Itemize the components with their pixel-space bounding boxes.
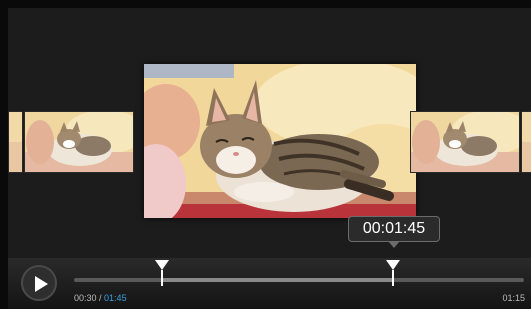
time-separator: / xyxy=(96,293,105,303)
filmstrip-thumbnail[interactable] xyxy=(410,111,520,173)
end-time: 01:15 xyxy=(502,293,525,303)
trim-end-line xyxy=(392,270,394,286)
filmstrip-thumbnail[interactable] xyxy=(8,111,23,173)
playback-controls: 00:30 / 01:45 01:15 xyxy=(8,258,531,309)
play-icon xyxy=(35,276,48,292)
trim-selection-range xyxy=(162,278,393,282)
trim-end-marker[interactable] xyxy=(386,260,400,270)
play-button[interactable] xyxy=(21,265,57,301)
trim-start-line xyxy=(161,270,163,286)
current-time: 01:45 xyxy=(104,293,127,303)
current-frame-image xyxy=(144,64,416,218)
trim-time-tooltip: 00:01:45 xyxy=(348,216,440,248)
filmstrip-thumbnail[interactable] xyxy=(521,111,531,173)
trim-start-marker[interactable] xyxy=(155,260,169,270)
time-readout: 00:30 / 01:45 xyxy=(74,293,127,303)
filmstrip-thumbnail[interactable] xyxy=(24,111,134,173)
start-time: 00:30 xyxy=(74,293,97,303)
video-preview-stage xyxy=(8,8,531,258)
